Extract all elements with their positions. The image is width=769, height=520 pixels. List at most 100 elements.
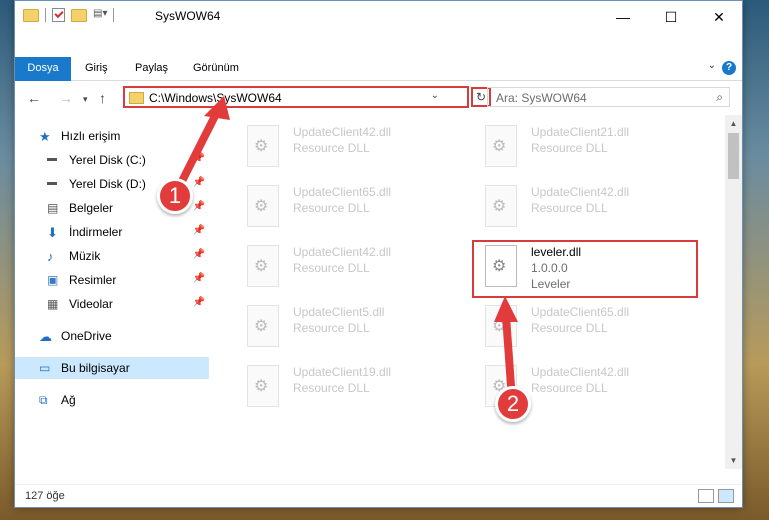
dll-file-icon [485, 125, 517, 167]
sidebar-item-label: Hızlı erişim [61, 129, 121, 143]
search-placeholder: Ara: SysWOW64 [496, 91, 587, 105]
properties-icon[interactable] [52, 8, 65, 22]
status-bar: 127 öğe [15, 484, 742, 507]
customize-toolbar-icon[interactable]: ▤▾ [93, 8, 107, 22]
dll-file-icon [247, 125, 279, 167]
file-item[interactable]: UpdateClient42.dll Resource DLL [225, 243, 455, 293]
music-icon: ♪ [47, 249, 54, 264]
file-type: Resource DLL [531, 141, 608, 155]
file-item[interactable]: UpdateClient65.dll Resource DLL [225, 183, 455, 233]
file-type: Resource DLL [531, 201, 608, 215]
ribbon-tabs: Dosya Giriş Paylaş Görünüm ⌄ ? [15, 57, 742, 107]
scroll-up-icon[interactable]: ▲ [725, 115, 742, 132]
sidebar-item-onedrive[interactable]: ☁ OneDrive [15, 325, 209, 347]
scroll-thumb[interactable] [728, 133, 739, 179]
file-name: UpdateClient65.dll [531, 305, 630, 319]
sidebar-item-label: İndirmeler [69, 225, 123, 239]
search-icon: ⌕ [716, 90, 723, 104]
close-button[interactable]: ✕ [696, 1, 742, 33]
file-item[interactable]: UpdateClient42.dll Resource DLL [225, 123, 455, 173]
sidebar-item-quick-access[interactable]: ★ Hızlı erişim [15, 125, 209, 147]
help-icon[interactable]: ? [722, 61, 736, 75]
sidebar-item-pictures[interactable]: ▣ Resimler 📌 [15, 269, 209, 291]
pin-icon[interactable]: 📌 [193, 153, 205, 164]
file-type: Resource DLL [531, 381, 608, 395]
back-icon[interactable]: ← [27, 90, 41, 106]
file-item[interactable]: UpdateClient5.dll Resource DLL [225, 303, 455, 353]
maximize-button[interactable]: ☐ [648, 1, 694, 33]
file-type: Resource DLL [293, 321, 370, 335]
new-folder-icon[interactable] [71, 8, 87, 22]
dll-file-icon [247, 305, 279, 347]
minimize-button[interactable]: — [600, 1, 646, 33]
star-icon: ★ [39, 129, 51, 144]
file-name: UpdateClient42.dll [293, 125, 392, 139]
quick-access-toolbar: ▤▾ [23, 8, 114, 22]
sidebar-item-label: Videolar [69, 297, 113, 311]
step-1-badge: 1 [157, 178, 193, 214]
title-bar: ▤▾ SysWOW64 — ☐ ✕ [15, 1, 742, 33]
toolbar-separator [113, 8, 114, 22]
forward-icon[interactable]: → [59, 90, 73, 106]
file-type: Resource DLL [531, 321, 608, 335]
sidebar-item-label: Bu bilgisayar [61, 361, 130, 375]
folder-icon [129, 92, 144, 104]
sidebar-item-downloads[interactable]: ⬇ İndirmeler 📌 [15, 221, 209, 243]
file-item[interactable]: UpdateClient42.dll Resource DLL [463, 183, 693, 233]
address-bar[interactable]: C:\Windows\SysWOW64 ⌄ [123, 86, 469, 108]
pin-icon[interactable]: 📌 [193, 273, 205, 284]
recent-locations-icon[interactable]: ▾ [83, 94, 88, 105]
sidebar-item-music[interactable]: ♪ Müzik 📌 [15, 245, 209, 267]
sidebar-item-label: Belgeler [69, 201, 114, 215]
vertical-scrollbar[interactable]: ▲ ▼ [725, 115, 742, 469]
file-type: Resource DLL [293, 381, 370, 395]
item-count: 127 öğe [25, 490, 65, 502]
pin-icon[interactable]: 📌 [193, 177, 205, 188]
chevron-down-icon[interactable]: ⌄ [431, 90, 439, 101]
dll-file-icon [485, 305, 517, 347]
highlight-box-leveler [472, 240, 698, 298]
large-icons-view-icon[interactable] [718, 489, 734, 503]
sidebar-item-label: Yerel Disk (C:) [69, 153, 146, 167]
sidebar-item-videos[interactable]: ▦ Videolar 📌 [15, 293, 209, 315]
tab-share[interactable]: Paylaş [123, 57, 180, 80]
sidebar-item-this-pc[interactable]: ▭ Bu bilgisayar [15, 357, 209, 379]
dll-file-icon [247, 185, 279, 227]
expand-ribbon-icon[interactable]: ⌄ [708, 60, 716, 71]
file-item[interactable]: UpdateClient65.dll Resource DLL [463, 303, 693, 353]
file-item[interactable]: UpdateClient21.dll Resource DLL [463, 123, 693, 173]
dll-file-icon [247, 365, 279, 407]
documents-icon: ▤ [47, 201, 59, 215]
pin-icon[interactable]: 📌 [193, 297, 205, 308]
details-view-icon[interactable] [698, 489, 714, 503]
sidebar-item-network[interactable]: ⧉ Ağ [15, 389, 209, 411]
file-item[interactable]: UpdateClient19.dll Resource DLL [225, 363, 455, 413]
download-icon: ⬇ [47, 225, 58, 240]
pin-icon[interactable]: 📌 [193, 225, 205, 236]
up-icon[interactable]: ↑ [99, 90, 106, 106]
search-input[interactable]: Ara: SysWOW64 ⌕ [487, 87, 730, 107]
sidebar-item-drive-c[interactable]: ▬ Yerel Disk (C:) 📌 [15, 149, 209, 171]
navigation-pane: ★ Hızlı erişim ▬ Yerel Disk (C:) 📌 ▬ Yer… [15, 115, 209, 469]
dll-file-icon [247, 245, 279, 287]
file-name: UpdateClient42.dll [531, 365, 630, 379]
pin-icon[interactable]: 📌 [193, 201, 205, 212]
pictures-icon: ▣ [47, 273, 59, 287]
dll-file-icon [485, 185, 517, 227]
address-path: C:\Windows\SysWOW64 [149, 91, 282, 105]
tab-view[interactable]: Görünüm [181, 57, 251, 80]
scroll-down-icon[interactable]: ▼ [725, 452, 742, 469]
pin-icon[interactable]: 📌 [193, 249, 205, 260]
file-name: UpdateClient21.dll [531, 125, 630, 139]
step-2-badge: 2 [495, 386, 531, 422]
file-name: UpdateClient19.dll [293, 365, 392, 379]
tab-home[interactable]: Giriş [73, 57, 120, 80]
file-name: UpdateClient42.dll [293, 245, 392, 259]
address-row: ← → ▾ ↑ C:\Windows\SysWOW64 ⌄ ↻ Ara: Sys… [15, 81, 742, 115]
toolbar-separator [45, 8, 46, 22]
file-type: Resource DLL [293, 141, 370, 155]
sidebar-item-label: OneDrive [61, 329, 112, 343]
drive-icon: ▬ [47, 153, 57, 164]
sidebar-item-label: Resimler [69, 273, 117, 287]
file-name: UpdateClient65.dll [293, 185, 392, 199]
